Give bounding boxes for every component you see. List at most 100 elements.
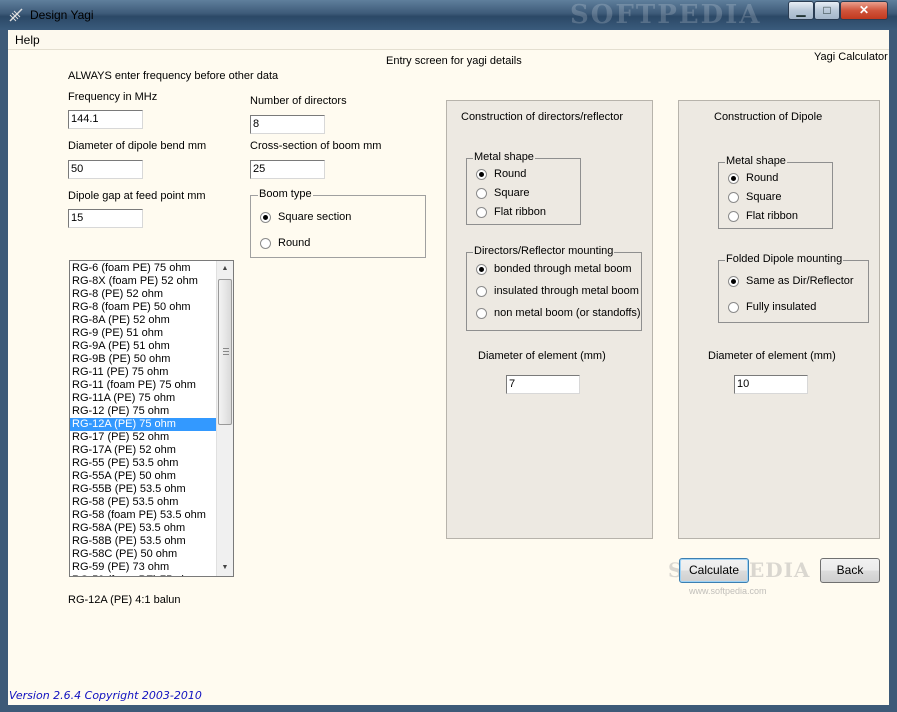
radio-label: Fully insulated [746, 301, 817, 313]
radio-label: Flat ribbon [746, 210, 798, 222]
directors-diameter-label: Diameter of element (mm) [478, 350, 606, 362]
cable-list-item[interactable]: RG-9B (PE) 50 ohm [70, 353, 217, 366]
radio-label: bonded through metal boom [494, 263, 632, 275]
entry-screen-title: Entry screen for yagi details [386, 55, 522, 67]
cable-list-item[interactable]: RG-58A (PE) 53.5 ohm [70, 522, 217, 535]
window-title: Design Yagi [30, 8, 94, 22]
yagi-calculator-label: Yagi Calculator [814, 51, 888, 63]
dipole-metal-shape-group: Metal shape Round Square Flat ribbon [718, 155, 833, 229]
radio-label: Square [494, 187, 530, 199]
scroll-thumb[interactable] [218, 279, 232, 425]
cable-list-item[interactable]: RG-12 (PE) 75 ohm [70, 405, 217, 418]
cable-list-item[interactable]: RG-12A (PE) 75 ohm [70, 418, 217, 431]
dipole-metal-shape-title: Metal shape [725, 155, 787, 167]
cable-list-item[interactable]: RG-11A (PE) 75 ohm [70, 392, 217, 405]
radio-dot [476, 188, 487, 199]
directors-metal-shape-group: Metal shape Round Square Flat ribbon [466, 151, 581, 225]
cable-list-item[interactable]: RG-17A (PE) 52 ohm [70, 444, 217, 457]
cable-list-item[interactable]: RG-59 (foam PE) 75 ohm [70, 574, 217, 576]
menu-help[interactable]: Help [15, 33, 40, 47]
calculate-button[interactable]: Calculate [679, 558, 749, 583]
cable-list-item[interactable]: RG-58 (foam PE) 53.5 ohm [70, 509, 217, 522]
window-frame-left [0, 30, 8, 712]
close-button[interactable]: ✕ [840, 1, 888, 20]
radio-dot [260, 238, 271, 249]
radio-dot [476, 207, 487, 218]
frequency-notice: ALWAYS enter frequency before other data [68, 70, 279, 82]
version-copyright: Version 2.6.4 Copyright 2003-2010 [9, 689, 202, 702]
radio-label: Round [494, 168, 527, 180]
cable-list-item[interactable]: RG-55A (PE) 50 ohm [70, 470, 217, 483]
dipole-mounting-title: Folded Dipole mounting [725, 253, 844, 265]
frequency-label: Frequency in MHz [68, 91, 158, 103]
list-scrollbar[interactable]: ▲ ▼ [216, 261, 233, 576]
radio-label: Flat ribbon [494, 206, 546, 218]
radio-label: Square section [278, 211, 352, 223]
cable-list-item[interactable]: RG-9 (PE) 51 ohm [70, 327, 217, 340]
directors-panel: Construction of directors/reflector Meta… [446, 100, 653, 539]
cable-list-item[interactable]: RG-58 (PE) 53.5 ohm [70, 496, 217, 509]
window-frame-bottom [0, 705, 897, 712]
radio-dot [476, 264, 487, 275]
scroll-down-arrow-icon[interactable]: ▼ [217, 560, 233, 576]
cable-list-item[interactable]: RG-11 (PE) 75 ohm [70, 366, 217, 379]
cable-list-item[interactable]: RG-55B (PE) 53.5 ohm [70, 483, 217, 496]
back-button[interactable]: Back [820, 558, 880, 583]
boom-cross-section-label: Cross-section of boom mm [250, 140, 382, 152]
boom-type-title: Boom type [258, 188, 313, 200]
radio-dot [476, 286, 487, 297]
radio-dot [728, 302, 739, 313]
dipole-diameter-label: Diameter of element (mm) [708, 350, 836, 362]
cable-list-item[interactable]: RG-55 (PE) 53.5 ohm [70, 457, 217, 470]
radio-dot [728, 192, 739, 203]
title-bar[interactable]: Design Yagi SOFTPEDIA ▁ □ ✕ [0, 0, 897, 30]
directors-count-label: Number of directors [250, 95, 347, 107]
maximize-button[interactable]: □ [814, 1, 840, 20]
radio-label: insulated through metal boom [494, 285, 639, 297]
radio-dot [728, 173, 739, 184]
directors-diameter-input[interactable]: 7 [506, 375, 580, 394]
minimize-button[interactable]: ▁ [788, 1, 814, 20]
cable-list-item[interactable]: RG-58C (PE) 50 ohm [70, 548, 217, 561]
client-area: Entry screen for yagi details Yagi Calcu… [8, 50, 889, 705]
dipole-panel: Construction of Dipole Metal shape Round… [678, 100, 880, 539]
directors-count-input[interactable]: 8 [250, 115, 325, 134]
app-icon [9, 8, 23, 22]
boom-type-group: Boom type Square section Round [250, 188, 426, 258]
radio-label: Same as Dir/Reflector [746, 275, 854, 287]
dipole-gap-label: Dipole gap at feed point mm [68, 190, 206, 202]
cable-list-item[interactable]: RG-8X (foam PE) 52 ohm [70, 275, 217, 288]
scroll-grip-icon [223, 348, 229, 355]
directors-metal-shape-title: Metal shape [473, 151, 535, 163]
boom-cross-section-input[interactable]: 25 [250, 160, 325, 179]
dipole-diameter-input[interactable]: 10 [734, 375, 808, 394]
cable-list-item[interactable]: RG-8 (foam PE) 50 ohm [70, 301, 217, 314]
dipole-mounting-group: Folded Dipole mounting Same as Dir/Refle… [718, 253, 869, 323]
cable-list-item[interactable]: RG-8 (PE) 52 ohm [70, 288, 217, 301]
dipole-gap-input[interactable]: 15 [68, 209, 143, 228]
frequency-input[interactable]: 144.1 [68, 110, 143, 129]
dipole-panel-title: Construction of Dipole [714, 111, 823, 123]
radio-label: non metal boom (or standoffs) [494, 307, 641, 319]
cable-listbox[interactable]: RG-6 (foam PE) 75 ohm RG-8X (foam PE) 52 … [69, 260, 234, 577]
directors-panel-title: Construction of directors/reflector [461, 111, 624, 123]
softpedia-url: www.softpedia.com [689, 586, 767, 596]
radio-dot [728, 211, 739, 222]
cable-list-item[interactable]: RG-11 (foam PE) 75 ohm [70, 379, 217, 392]
cable-list-item[interactable]: RG-9A (PE) 51 ohm [70, 340, 217, 353]
cable-list-items: RG-6 (foam PE) 75 ohm RG-8X (foam PE) 52 … [70, 262, 217, 576]
softpedia-watermark: SOFTPEDIA [570, 0, 762, 30]
cable-list-item[interactable]: RG-17 (PE) 52 ohm [70, 431, 217, 444]
cable-list-item[interactable]: RG-6 (foam PE) 75 ohm [70, 262, 217, 275]
dipole-bend-input[interactable]: 50 [68, 160, 143, 179]
radio-dot [476, 308, 487, 319]
radio-dot [476, 169, 487, 180]
radio-label: Round [278, 237, 311, 249]
cable-list-item[interactable]: RG-58B (PE) 53.5 ohm [70, 535, 217, 548]
selected-cable-summary: RG-12A (PE) 4:1 balun [68, 594, 181, 606]
cable-list-item[interactable]: RG-59 (PE) 73 ohm [70, 561, 217, 574]
scroll-up-arrow-icon[interactable]: ▲ [217, 261, 233, 277]
dipole-bend-label: Diameter of dipole bend mm [68, 140, 207, 152]
menu-bar: Help [8, 30, 889, 50]
cable-list-item[interactable]: RG-8A (PE) 52 ohm [70, 314, 217, 327]
